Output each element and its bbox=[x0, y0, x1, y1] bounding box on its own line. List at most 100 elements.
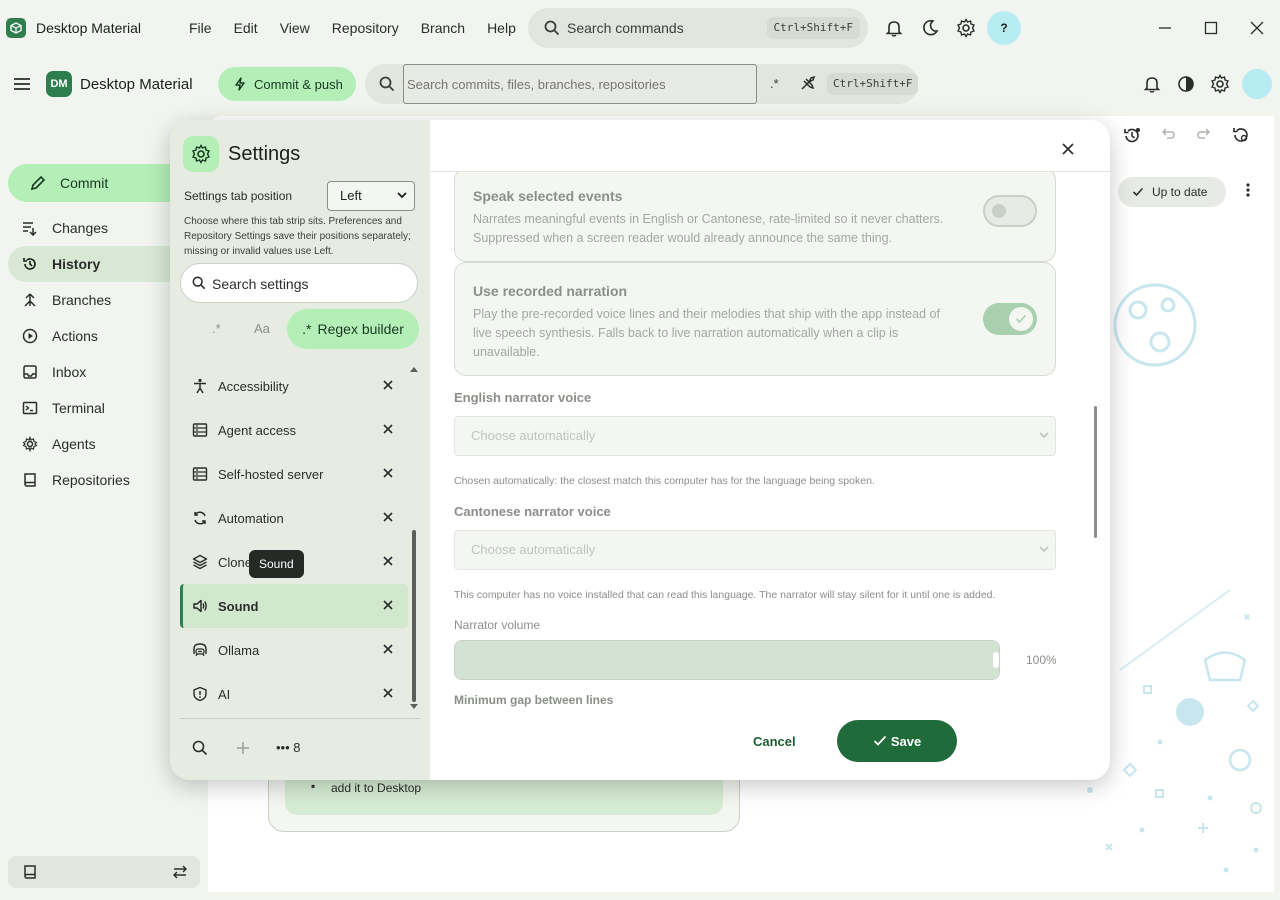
swap-icon[interactable] bbox=[172, 865, 188, 879]
more-options-icon[interactable] bbox=[1240, 182, 1256, 198]
accessibility-icon bbox=[194, 378, 206, 394]
actions-icon bbox=[22, 328, 38, 344]
notifications-icon[interactable] bbox=[883, 17, 905, 39]
more-tabs-button[interactable]: ••• 8 bbox=[276, 740, 301, 755]
close-icon[interactable] bbox=[382, 467, 394, 479]
settings-title: Settings bbox=[228, 143, 301, 165]
tab-position-help: Choose where this tab strip sits. Prefer… bbox=[184, 216, 411, 257]
close-icon[interactable] bbox=[382, 555, 394, 567]
menu-help[interactable]: Help bbox=[487, 20, 516, 36]
maximize-icon[interactable] bbox=[1197, 14, 1225, 42]
hamburger-menu-icon[interactable] bbox=[12, 74, 32, 94]
speak-events-card: Speak selected events Narrates meaningfu… bbox=[454, 172, 1056, 262]
cancel-button[interactable]: Cancel bbox=[753, 734, 796, 749]
shield-icon bbox=[193, 686, 207, 702]
narrator-volume-slider[interactable] bbox=[454, 640, 1000, 680]
settings-item-ai[interactable]: AI bbox=[180, 672, 408, 716]
tooltip: Sound bbox=[249, 550, 304, 578]
check-icon bbox=[873, 735, 886, 746]
check-icon bbox=[1132, 187, 1144, 197]
history-icon bbox=[23, 258, 36, 270]
sidebar-item-label: Changes bbox=[52, 220, 109, 236]
english-voice-label: English narrator voice bbox=[454, 390, 592, 405]
menu-view[interactable]: View bbox=[280, 20, 310, 36]
agents-icon bbox=[22, 436, 38, 452]
search-icon[interactable] bbox=[192, 740, 208, 756]
more-tabs-count: 8 bbox=[293, 740, 301, 755]
app-logo-icon bbox=[6, 18, 26, 38]
regex-toggle[interactable]: .* bbox=[770, 76, 779, 91]
add-icon[interactable] bbox=[235, 740, 251, 756]
regex-option-toggle[interactable]: .* bbox=[212, 321, 221, 336]
settings-item-automation[interactable]: Automation bbox=[180, 496, 408, 540]
settings-item-self-hosted-server[interactable]: Self-hosted server bbox=[180, 452, 408, 496]
tools-icon[interactable] bbox=[800, 75, 816, 91]
recorded-narration-toggle[interactable] bbox=[983, 303, 1037, 335]
english-voice-select[interactable]: Choose automatically bbox=[454, 416, 1056, 456]
recorded-narration-card: Use recorded narration Play the pre-reco… bbox=[454, 262, 1056, 376]
close-icon[interactable] bbox=[1058, 139, 1078, 159]
close-icon[interactable] bbox=[382, 599, 394, 611]
speak-events-title: Speak selected events bbox=[473, 188, 623, 204]
scroll-down-icon[interactable] bbox=[410, 704, 418, 710]
speak-events-toggle[interactable] bbox=[983, 195, 1037, 227]
settings-content-scrollbar[interactable] bbox=[1094, 406, 1097, 538]
settings-item-label: Clone bbox=[218, 554, 252, 570]
scroll-up-icon[interactable] bbox=[410, 366, 418, 372]
contrast-icon[interactable] bbox=[1175, 73, 1197, 95]
settings-list-scrollbar[interactable] bbox=[412, 530, 416, 702]
server-icon bbox=[192, 423, 208, 437]
close-icon[interactable] bbox=[382, 511, 394, 523]
save-button[interactable]: Save bbox=[837, 720, 957, 762]
settings-item-label: Accessibility bbox=[218, 378, 289, 394]
menu-edit[interactable]: Edit bbox=[234, 20, 258, 36]
history-settings-icon[interactable] bbox=[1232, 126, 1250, 144]
settings-item-agent-access[interactable]: Agent access bbox=[180, 408, 408, 452]
book-icon[interactable] bbox=[22, 864, 38, 880]
narrator-volume-handle[interactable] bbox=[993, 652, 999, 668]
close-icon[interactable] bbox=[382, 643, 394, 655]
terminal-icon bbox=[22, 401, 38, 415]
history-clock-icon[interactable] bbox=[1122, 126, 1142, 146]
settings-gear-icon[interactable] bbox=[955, 17, 977, 39]
tab-position-select[interactable]: Left bbox=[327, 181, 415, 211]
cantonese-voice-label: Cantonese narrator voice bbox=[454, 504, 611, 519]
settings-item-sound[interactable]: Sound bbox=[180, 584, 408, 628]
match-case-toggle[interactable]: Aa bbox=[254, 321, 270, 336]
menu-repository[interactable]: Repository bbox=[332, 20, 399, 36]
settings-gear-icon[interactable] bbox=[1209, 73, 1231, 95]
settings-item-label: Sound bbox=[218, 598, 259, 614]
menu-branch[interactable]: Branch bbox=[421, 20, 465, 36]
redo-icon[interactable] bbox=[1196, 126, 1212, 142]
close-icon[interactable] bbox=[382, 423, 394, 435]
recorded-narration-description: Play the pre-recorded voice lines and th… bbox=[473, 307, 940, 359]
cantonese-voice-select[interactable]: Choose automatically bbox=[454, 530, 1056, 570]
settings-search-placeholder: Search settings bbox=[212, 276, 309, 292]
undo-icon[interactable] bbox=[1160, 126, 1176, 142]
help-button[interactable]: ? bbox=[987, 11, 1021, 45]
command-search[interactable]: Search commands Ctrl+Shift+F bbox=[528, 8, 868, 48]
sidebar-item-label: Actions bbox=[52, 328, 98, 344]
global-search-input[interactable] bbox=[403, 64, 757, 104]
settings-content-panel: Speak selected events Narrates meaningfu… bbox=[430, 120, 1110, 780]
close-icon[interactable] bbox=[382, 379, 394, 391]
notifications-icon[interactable] bbox=[1141, 73, 1163, 95]
minimize-icon[interactable] bbox=[1151, 14, 1179, 42]
repositories-icon bbox=[24, 473, 36, 487]
menu-file[interactable]: File bbox=[189, 20, 212, 36]
regex-builder-button[interactable]: .* Regex builder bbox=[287, 309, 419, 349]
sync-status-badge[interactable]: Up to date bbox=[1118, 177, 1226, 207]
close-icon[interactable] bbox=[382, 687, 394, 699]
settings-search-input[interactable]: Search settings bbox=[180, 263, 418, 303]
close-window-icon[interactable] bbox=[1243, 14, 1271, 42]
tab-position-value: Left bbox=[340, 188, 362, 203]
user-avatar[interactable] bbox=[1242, 69, 1272, 99]
settings-item-accessibility[interactable]: Accessibility bbox=[180, 364, 408, 408]
dark-mode-icon[interactable] bbox=[919, 17, 941, 39]
commit-push-button[interactable]: Commit & push bbox=[218, 67, 356, 101]
background-card-text: add it to Desktop bbox=[331, 781, 422, 795]
english-voice-help: Chosen automatically: the closest match … bbox=[454, 475, 875, 487]
settings-item-ollama[interactable]: Ollama bbox=[180, 628, 408, 672]
sidebar-item-label: Repositories bbox=[52, 472, 130, 488]
bolt-icon bbox=[235, 77, 245, 91]
